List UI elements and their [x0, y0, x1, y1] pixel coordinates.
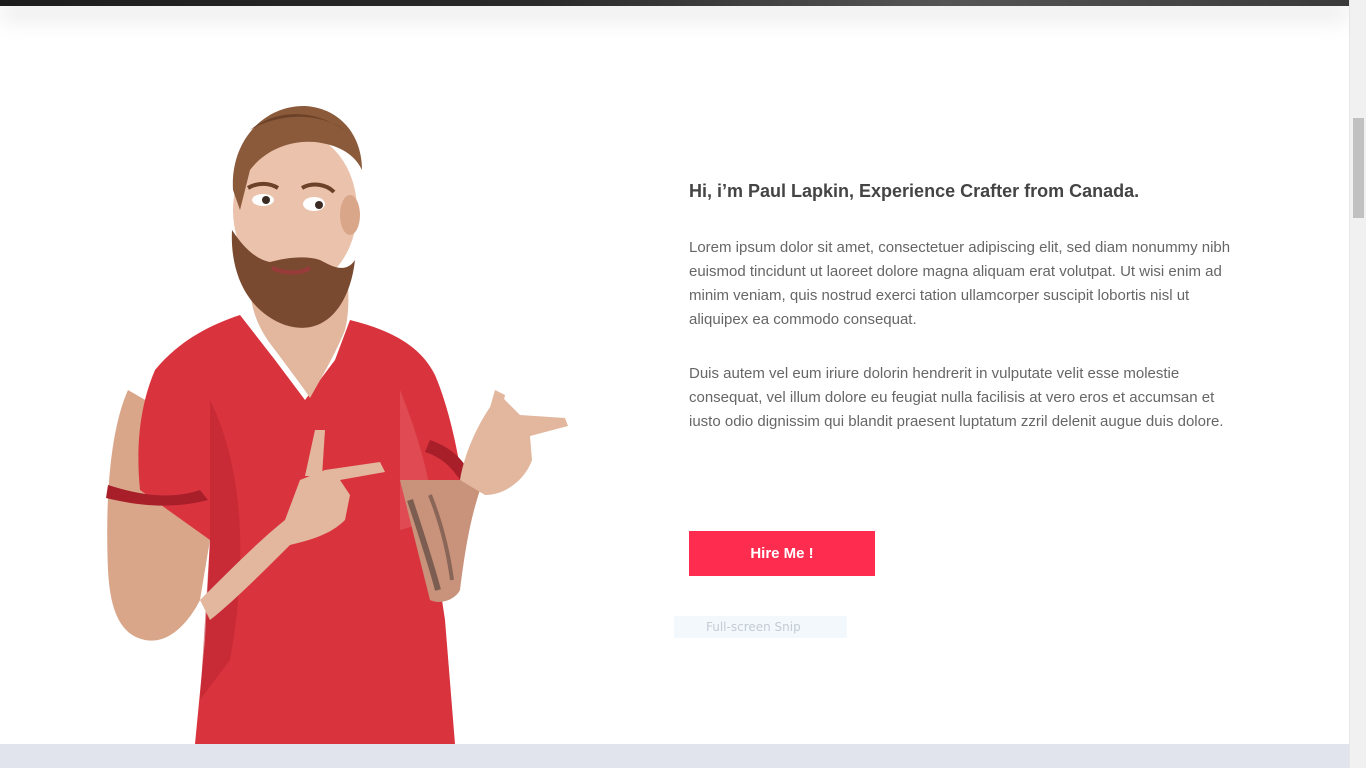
- portrait-illustration: [106, 105, 568, 744]
- about-paragraph-2: Duis autem vel eum iriure dolorin hendre…: [689, 365, 1224, 430]
- hero-image-bottom-edge: [0, 0, 1349, 6]
- page: Hi, i’m Paul Lapkin, Experience Crafter …: [0, 0, 1366, 768]
- portrait-image: [100, 100, 580, 744]
- about-section: Hi, i’m Paul Lapkin, Experience Crafter …: [689, 178, 1249, 464]
- about-paragraph-1: Lorem ipsum dolor sit amet, consectetuer…: [689, 239, 1231, 328]
- hire-me-button[interactable]: Hire Me !: [689, 531, 875, 576]
- snip-tooltip: Full-screen Snip: [674, 616, 847, 638]
- page-scrollbar[interactable]: [1349, 0, 1366, 768]
- about-heading: Hi, i’m Paul Lapkin, Experience Crafter …: [689, 181, 1140, 201]
- next-section-band: [0, 744, 1349, 768]
- scrollbar-thumb[interactable]: [1353, 118, 1364, 218]
